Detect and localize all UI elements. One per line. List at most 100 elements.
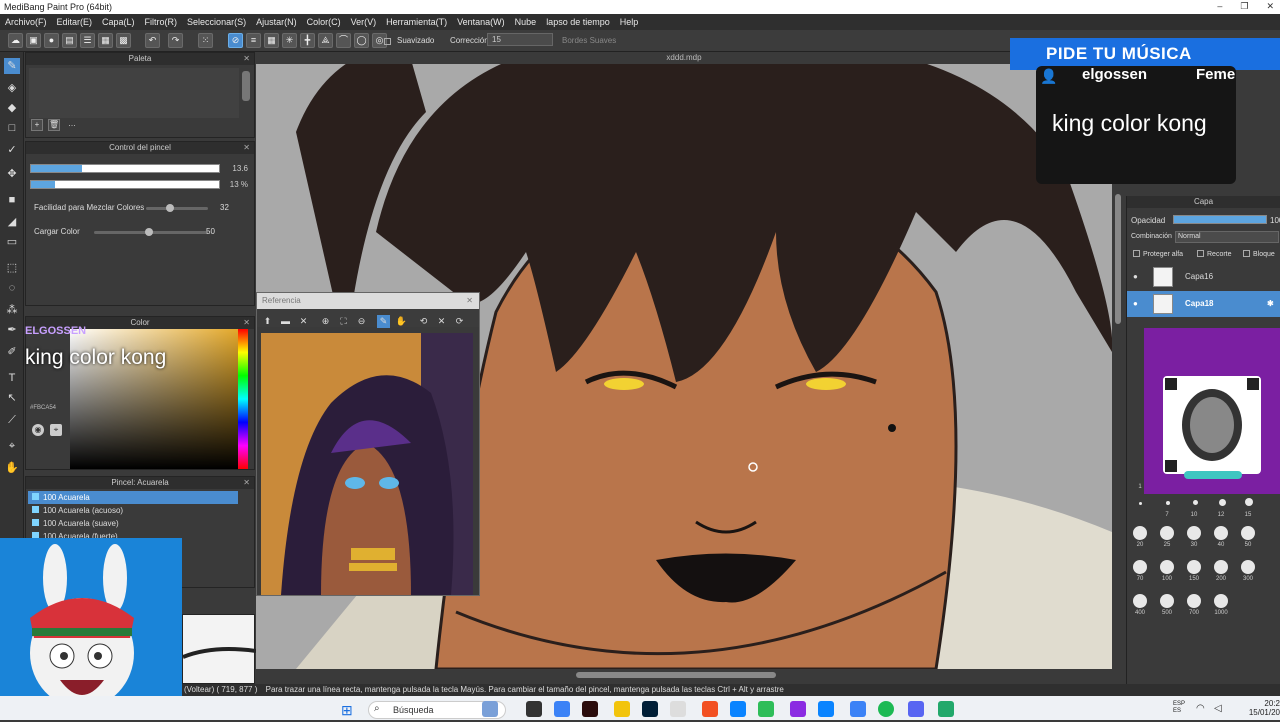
menu-editar[interactable]: Editar(E) (57, 17, 93, 27)
brush-size-dot[interactable] (1214, 594, 1228, 608)
brave-icon[interactable] (702, 701, 718, 717)
brush-size-bar[interactable] (30, 164, 220, 173)
app-icon[interactable] (850, 701, 866, 717)
app-icon[interactable] (818, 701, 834, 717)
menu-nube[interactable]: Nube (515, 17, 537, 27)
redo-icon[interactable]: ↷ (168, 33, 183, 48)
move-tool-icon[interactable]: ✥ (4, 166, 20, 182)
protect-alpha-checkbox[interactable]: Proteger alfa (1133, 250, 1183, 258)
chrome-icon[interactable] (758, 701, 774, 717)
flip-icon[interactable]: ✕ (435, 315, 448, 328)
grid-icon[interactable]: ▦ (98, 33, 113, 48)
eyedropper-icon[interactable]: ✎ (377, 315, 390, 328)
clipping-checkbox[interactable]: Recorte (1197, 250, 1232, 258)
zoom-in-icon[interactable]: ⊕ (319, 315, 332, 328)
language-indicator[interactable]: ESP ES (1173, 701, 1185, 715)
trash-icon[interactable]: 🗑 (48, 119, 60, 131)
snap-circle-icon[interactable]: ◯ (354, 33, 369, 48)
reference-header[interactable]: Referencia ✕ (257, 293, 479, 309)
close-button[interactable]: ✕ (1266, 1, 1274, 12)
brush-size-dot[interactable] (1187, 526, 1201, 540)
more-icon[interactable]: … (66, 119, 78, 131)
menu-capa[interactable]: Capa(L) (102, 17, 135, 27)
menu-ver[interactable]: Ver(V) (351, 17, 377, 27)
brush-size-dot[interactable] (1187, 560, 1201, 574)
brush-opacity-bar[interactable] (30, 180, 220, 189)
task-view-icon[interactable] (526, 701, 542, 717)
snap-curve-icon[interactable]: ⌒ (336, 33, 351, 48)
brush-size-dot[interactable] (1245, 498, 1253, 506)
app-icon[interactable] (670, 701, 686, 717)
magic-wand-icon[interactable]: ⁂ (4, 302, 20, 318)
snap-cross-icon[interactable]: ╋ (300, 33, 315, 48)
app-icon[interactable] (790, 701, 806, 717)
brush-item[interactable]: 100 Acuarela (suave) (28, 517, 238, 530)
add-swatch-icon[interactable]: + (31, 119, 43, 131)
layer-opacity-bar[interactable] (1173, 215, 1267, 224)
wifi-icon[interactable]: ◠ (1196, 703, 1205, 714)
snap-grid-icon[interactable]: ▦ (264, 33, 279, 48)
menu-archivo[interactable]: Archivo(F) (5, 17, 47, 27)
hand-icon[interactable]: ✋ (395, 315, 408, 328)
eye-icon[interactable]: ● (1133, 264, 1138, 290)
app-icon[interactable] (938, 701, 954, 717)
brush-size-dot[interactable] (1133, 594, 1147, 608)
scroll-thumb[interactable] (576, 672, 776, 678)
taskbar-clock[interactable]: 20:2 15/01/20 (1240, 699, 1280, 717)
eyedropper-icon[interactable]: ⌖ (50, 424, 62, 436)
brush-size-dot[interactable] (1214, 526, 1228, 540)
tiles-icon[interactable]: ▩ (116, 33, 131, 48)
palette-scrollbar[interactable] (242, 71, 250, 101)
layer-row[interactable]: ● Capa18 ✱ (1127, 291, 1280, 317)
blend-mode-select[interactable]: Normal (1175, 231, 1279, 243)
select-pen-icon[interactable]: ✓ (4, 142, 20, 158)
brush-size-dot[interactable] (1241, 526, 1255, 540)
brush-item[interactable]: 100 Acuarela (28, 491, 238, 504)
close-icon[interactable]: ✕ (466, 293, 473, 309)
eyedropper-tool-icon[interactable]: ⌖ (4, 438, 20, 454)
gradient-tool-icon[interactable]: ▭ (4, 234, 20, 250)
save-icon[interactable]: ▣ (26, 33, 41, 48)
pen-tool-icon[interactable]: ✒ (4, 322, 20, 338)
blend-knob[interactable] (166, 204, 174, 212)
menu-ventana[interactable]: Ventana(W) (457, 17, 505, 27)
pen-select-icon[interactable]: ✐ (4, 344, 20, 360)
brush-size-dot[interactable] (1214, 560, 1228, 574)
fill-rect-icon[interactable]: ■ (4, 192, 20, 208)
select-dots-icon[interactable]: ⁙ (198, 33, 213, 48)
palette-swatches[interactable] (29, 68, 239, 118)
dot-tool-icon[interactable]: ◆ (4, 100, 20, 116)
divide-tool-icon[interactable]: ⟋ (4, 412, 20, 428)
rect-tool-icon[interactable]: □ (4, 120, 20, 136)
page-icon[interactable]: ▤ (62, 33, 77, 48)
brush-size-dot[interactable] (1193, 500, 1198, 505)
zoom-out-icon[interactable]: ⊖ (355, 315, 368, 328)
menu-timelapse[interactable]: lapso de tiempo (546, 17, 610, 27)
layer-row[interactable]: ● Capa16 (1127, 264, 1280, 290)
discord-icon[interactable] (908, 701, 924, 717)
brush-size-dot[interactable] (1160, 594, 1174, 608)
brush-size-dot[interactable] (1187, 594, 1201, 608)
hue-strip[interactable] (238, 329, 248, 469)
lock-checkbox[interactable]: Bloque (1243, 250, 1275, 258)
bucket-tool-icon[interactable]: ◢ (4, 214, 20, 230)
close-image-icon[interactable]: ✕ (297, 315, 310, 328)
snap-off-icon[interactable]: ⊘ (228, 33, 243, 48)
maximize-button[interactable]: ❐ (1240, 1, 1248, 12)
cloud-icon[interactable]: ☁ (8, 33, 23, 48)
load-color-slider[interactable] (94, 228, 208, 236)
canvas-tab[interactable]: xddd.mdp (256, 52, 1112, 64)
minimize-button[interactable]: – (1217, 1, 1222, 12)
lasso-tool-icon[interactable]: ◌ (4, 280, 20, 296)
menu-filtro[interactable]: Filtro(R) (145, 17, 178, 27)
menu-herramienta[interactable]: Herramienta(T) (386, 17, 447, 27)
snap-radial-icon[interactable]: ✳ (282, 33, 297, 48)
folder-icon[interactable]: ▬ (279, 315, 292, 328)
text-tool-icon[interactable]: T (4, 370, 20, 386)
fit-icon[interactable]: ⛶ (337, 315, 350, 328)
eye-icon[interactable]: ● (1133, 291, 1138, 317)
file-explorer-icon[interactable] (614, 701, 630, 717)
brush-size-dot[interactable] (1139, 502, 1142, 505)
menu-seleccionar[interactable]: Seleccionar(S) (187, 17, 246, 27)
load-color-knob[interactable] (145, 228, 153, 236)
